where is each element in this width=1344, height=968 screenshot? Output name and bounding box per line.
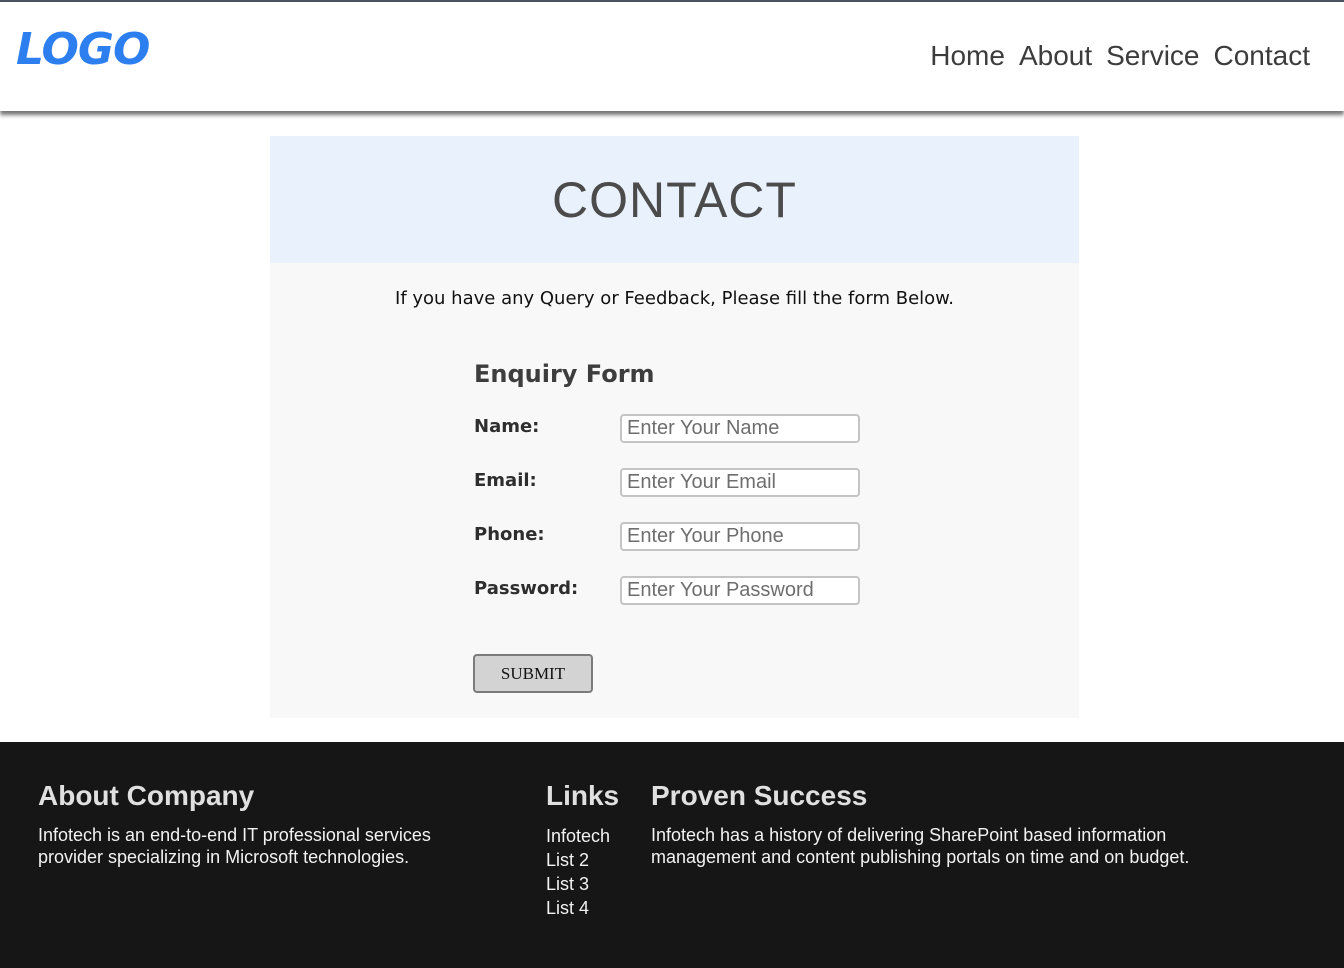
email-label: Email: [474,470,537,491]
footer-link-list-4[interactable]: List 4 [546,898,589,918]
phone-label: Phone: [474,524,545,545]
page-title: CONTACT [552,171,797,228]
footer-about-text: Infotech is an end-to-end IT professiona… [38,825,431,867]
phone-row: Phone: [474,522,894,560]
password-row: Password: [474,576,894,614]
footer-about: About Company Infotech is an end-to-end … [38,780,478,868]
contact-header: CONTACT [270,136,1079,263]
site-footer: About Company Infotech is an end-to-end … [0,742,1344,968]
footer-success-text: Infotech has a history of delivering Sha… [651,825,1190,867]
phone-input[interactable] [620,522,860,551]
name-label: Name: [474,416,540,437]
email-row: Email: [474,468,894,506]
name-row: Name: [474,414,894,452]
nav-about-link[interactable]: About [1019,40,1092,72]
logo[interactable]: LOGO [16,24,150,75]
footer-link-list-3[interactable]: List 3 [546,874,589,894]
footer-links: Links Infotech List 2 List 3 List 4 [546,780,636,920]
main-nav: Home About Service Contact [930,40,1310,72]
password-label: Password: [474,578,579,599]
footer-link-list-2[interactable]: List 2 [546,850,589,870]
footer-success: Proven Success Infotech has a history of… [651,780,1251,868]
contact-card: CONTACT If you have any Query or Feedbac… [270,136,1079,718]
nav-contact-link[interactable]: Contact [1214,40,1311,72]
footer-success-title: Proven Success [651,780,868,811]
password-input[interactable] [620,576,860,605]
email-input[interactable] [620,468,860,497]
submit-button[interactable]: SUBMIT [473,654,593,693]
nav-home-link[interactable]: Home [930,40,1005,72]
nav-service-link[interactable]: Service [1106,40,1199,72]
form-title: Enquiry Form [474,360,655,388]
intro-text: If you have any Query or Feedback, Pleas… [395,288,954,309]
footer-links-list: Infotech List 2 List 3 List 4 [546,824,636,920]
site-header: LOGO Home About Service Contact [0,2,1344,111]
footer-links-title: Links [546,780,620,811]
footer-about-title: About Company [38,780,255,811]
footer-link-infotech[interactable]: Infotech [546,826,610,846]
name-input[interactable] [620,414,860,443]
